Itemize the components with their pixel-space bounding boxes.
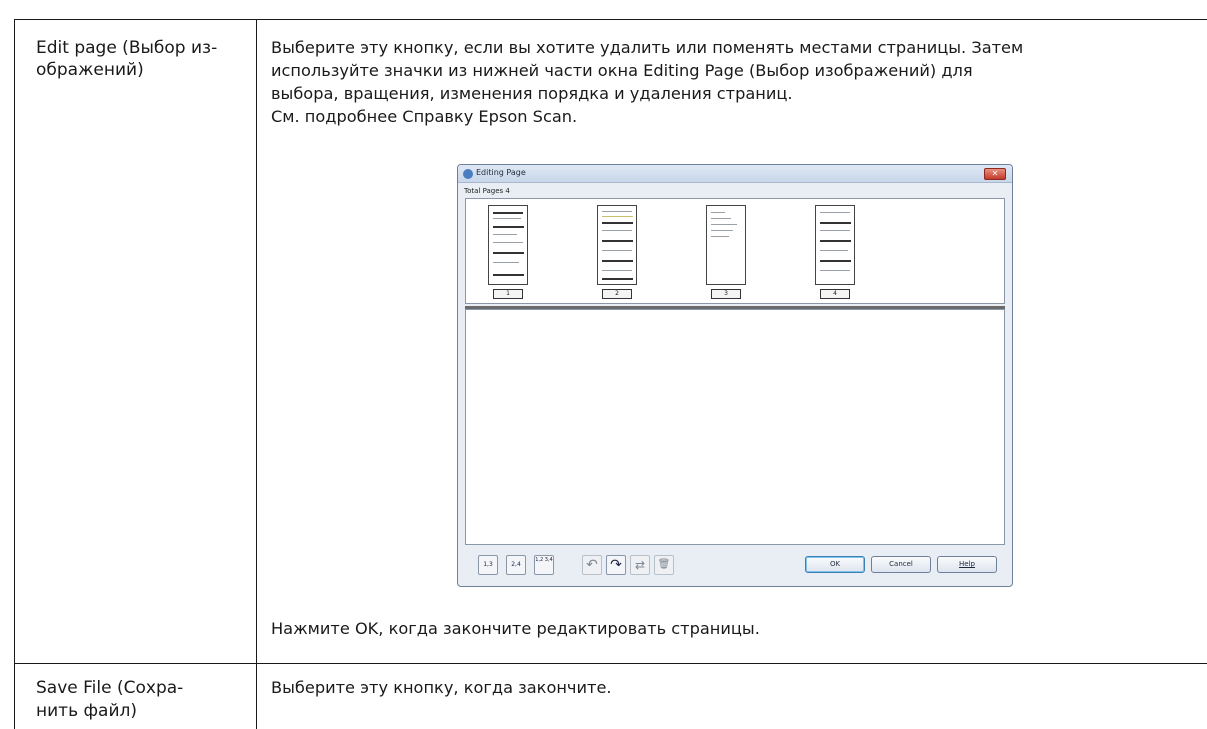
row1-desc-line4: См. подробнее Справку Epson Scan. — [271, 107, 578, 126]
rotate-left-icon[interactable]: ↶ — [582, 555, 602, 575]
row1-left-label-line1: Edit page (Выбор из- — [36, 38, 218, 58]
row1-after-text: Нажмите OK, когда закончите редактироват… — [271, 619, 760, 638]
ok-button[interactable]: OK — [805, 556, 865, 573]
row2-left-label-line1: Save File (Сохра- — [36, 678, 184, 698]
page-thumbnail-3[interactable] — [706, 205, 746, 285]
close-icon[interactable]: ✕ — [984, 168, 1006, 180]
select-all-pages-icon[interactable]: 1,2 3,4 — [534, 555, 554, 575]
dialog-title-bar: Editing Page ✕ — [458, 165, 1012, 183]
row1-desc-line2: используйте значки из нижней части окна … — [271, 61, 973, 80]
page-number-3[interactable]: 3 — [711, 289, 741, 299]
page-thumbnail-1[interactable] — [488, 205, 528, 285]
help-button[interactable]: Help — [937, 556, 997, 573]
page-thumbnail-4[interactable] — [815, 205, 855, 285]
thumbnail-pane: 1 2 3 4 — [465, 198, 1005, 304]
page-preview-pane — [465, 309, 1005, 545]
row-separator — [14, 663, 1207, 664]
page-number-2[interactable]: 2 — [602, 289, 632, 299]
dialog-title: Editing Page — [476, 168, 526, 177]
cancel-button[interactable]: Cancel — [871, 556, 931, 573]
page-number-4[interactable]: 4 — [820, 289, 850, 299]
select-even-pages-icon[interactable]: 2,4 — [506, 555, 526, 575]
rotate-right-icon[interactable]: ↷ — [606, 555, 626, 575]
row1-left-label-line2: ображений) — [36, 60, 144, 80]
app-icon — [463, 169, 473, 179]
row2-left-label-line2: нить файл) — [36, 701, 137, 721]
select-odd-pages-icon[interactable]: 1,3 — [478, 555, 498, 575]
editing-page-dialog: Editing Page ✕ Total Pages 4 1 2 3 4 1,3… — [457, 164, 1013, 587]
total-pages-label: Total Pages 4 — [464, 187, 510, 195]
row1-desc-line3: выбора, вращения, изменения порядка и уд… — [271, 84, 793, 103]
row1-desc-line1: Выберите эту кнопку, если вы хотите удал… — [271, 38, 1024, 57]
page-thumbnail-2[interactable] — [597, 205, 637, 285]
row2-desc-line1: Выберите эту кнопку, когда закончите. — [271, 678, 612, 697]
delete-page-icon[interactable]: 🗑 — [654, 555, 674, 575]
column-separator — [256, 19, 257, 729]
reorder-pages-icon[interactable]: ⇄ — [630, 555, 650, 575]
table-left-border — [14, 19, 15, 729]
table-top-border — [14, 19, 1207, 20]
page-number-1[interactable]: 1 — [493, 289, 523, 299]
